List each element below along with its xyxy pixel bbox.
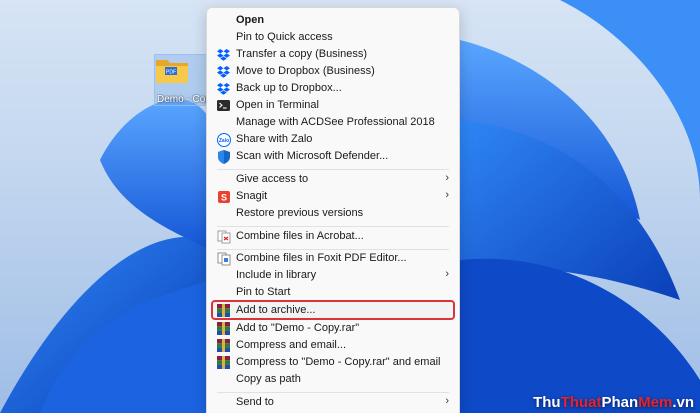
folder-badge: PDF	[166, 70, 176, 76]
dropbox-icon	[216, 47, 231, 62]
menu-item-give-access[interactable]: Give access to ›	[211, 171, 455, 188]
menu-separator	[217, 169, 449, 170]
svg-text:Zalo: Zalo	[218, 138, 228, 144]
menu-item-snagit[interactable]: S Snagit ›	[211, 188, 455, 205]
menu-item-compress-rar-email[interactable]: Compress to "Demo - Copy.rar" and email	[211, 354, 455, 371]
menu-item-pin-quick-access[interactable]: Pin to Quick access	[211, 29, 455, 46]
menu-item-label: Combine files in Acrobat...	[236, 230, 364, 242]
menu-item-combine-acrobat[interactable]: Combine files in Acrobat...	[211, 228, 455, 245]
menu-separator	[217, 226, 449, 227]
menu-item-label: Give access to	[236, 173, 309, 185]
menu-item-include-library[interactable]: Include in library ›	[211, 267, 455, 284]
menu-item-send-to[interactable]: Send to ›	[211, 394, 455, 411]
terminal-icon	[216, 98, 231, 113]
menu-item-label: Add to "Demo - Copy.rar"	[236, 322, 360, 334]
menu-item-acdsee[interactable]: Manage with ACDSee Professional 2018	[211, 114, 455, 131]
chevron-right-icon: ›	[445, 395, 449, 407]
menu-item-label: Send to	[236, 396, 274, 408]
menu-item-label: Snagit	[236, 190, 268, 202]
foxit-icon	[216, 251, 231, 266]
folder-label: Demo - Copy	[157, 94, 209, 105]
menu-item-scan-defender[interactable]: Scan with Microsoft Defender...	[211, 148, 455, 165]
site-watermark: ThuThuatPhanMem.vn	[533, 394, 694, 411]
menu-item-add-to-rar[interactable]: Add to "Demo - Copy.rar"	[211, 320, 455, 337]
context-menu: Open Pin to Quick access Transfer a copy…	[206, 7, 460, 413]
menu-item-label: Move to Dropbox (Business)	[236, 65, 375, 77]
watermark-part: Mem	[638, 394, 673, 411]
menu-item-label: Restore previous versions	[236, 207, 364, 219]
menu-item-label: Include in library	[236, 269, 317, 281]
menu-item-compress-email[interactable]: Compress and email...	[211, 337, 455, 354]
desktop-folder-demo-copy[interactable]: PDF Demo - Copy	[154, 54, 209, 106]
menu-item-label: Manage with ACDSee Professional 2018	[236, 116, 435, 128]
menu-item-label: Compress and email...	[236, 339, 347, 351]
menu-item-label: Compress to "Demo - Copy.rar" and email	[236, 356, 441, 368]
winrar-icon	[216, 355, 231, 370]
menu-item-label: Share with Zalo	[236, 133, 313, 145]
chevron-right-icon: ›	[445, 172, 449, 184]
menu-item-restore-versions[interactable]: Restore previous versions	[211, 205, 455, 222]
menu-item-pin-start[interactable]: Pin to Start	[211, 284, 455, 301]
watermark-part: Thuat	[560, 394, 602, 411]
winrar-icon	[216, 338, 231, 353]
watermark-part: .vn	[672, 394, 694, 411]
folder-icon: PDF	[156, 60, 188, 83]
chevron-right-icon: ›	[445, 189, 449, 201]
dropbox-icon	[216, 81, 231, 96]
menu-item-label: Scan with Microsoft Defender...	[236, 150, 389, 162]
dropbox-icon	[216, 64, 231, 79]
menu-item-move-to-dropbox[interactable]: Move to Dropbox (Business)	[211, 63, 455, 80]
svg-text:S: S	[220, 192, 226, 202]
menu-item-label: Combine files in Foxit PDF Editor...	[236, 252, 407, 264]
menu-item-copy-as-path[interactable]: Copy as path	[211, 371, 455, 388]
menu-item-add-to-archive[interactable]: Add to archive...	[211, 300, 455, 320]
snagit-icon: S	[216, 189, 231, 204]
winrar-icon	[216, 303, 231, 318]
watermark-part: Thu	[533, 394, 561, 411]
menu-item-backup-dropbox[interactable]: Back up to Dropbox...	[211, 80, 455, 97]
acrobat-icon	[216, 229, 231, 244]
menu-separator	[217, 392, 449, 393]
zalo-icon: Zalo	[216, 132, 231, 147]
menu-item-open[interactable]: Open	[211, 12, 455, 29]
watermark-part: Phan	[601, 394, 639, 411]
menu-item-share-zalo[interactable]: Zalo Share with Zalo	[211, 131, 455, 148]
winrar-icon	[216, 321, 231, 336]
menu-item-label: Pin to Start	[236, 286, 291, 298]
menu-item-label: Transfer a copy (Business)	[236, 48, 368, 60]
menu-item-open-terminal[interactable]: Open in Terminal	[211, 97, 455, 114]
menu-item-combine-foxit[interactable]: Combine files in Foxit PDF Editor...	[211, 250, 455, 267]
menu-item-label: Pin to Quick access	[236, 31, 333, 43]
menu-item-transfer-copy[interactable]: Transfer a copy (Business)	[211, 46, 455, 63]
menu-item-label: Open	[236, 14, 265, 26]
menu-item-label: Add to archive...	[236, 304, 316, 316]
menu-item-label: Back up to Dropbox...	[236, 82, 342, 94]
menu-item-label: Open in Terminal	[236, 99, 319, 111]
menu-item-label: Copy as path	[236, 373, 301, 385]
defender-shield-icon	[216, 149, 231, 164]
chevron-right-icon: ›	[445, 268, 449, 280]
